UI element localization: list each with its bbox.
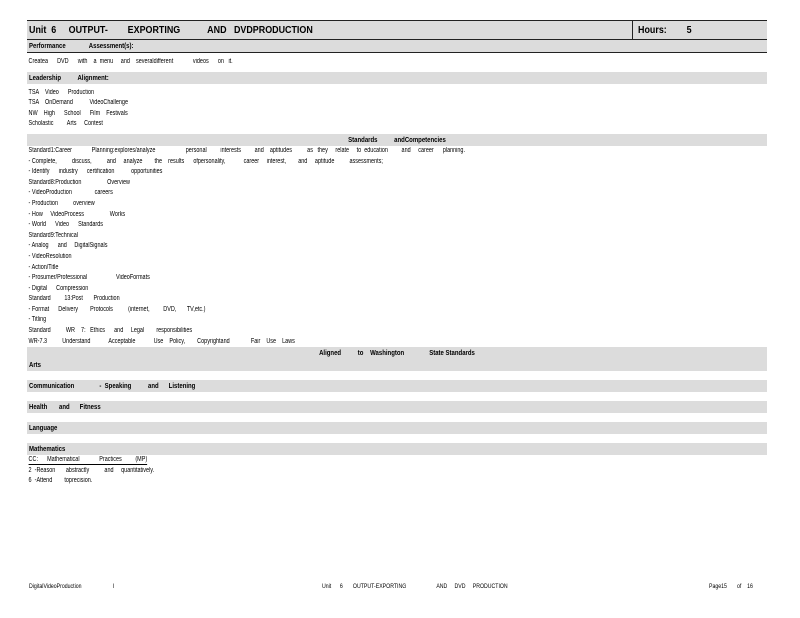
footer-separator: I (113, 583, 115, 590)
subject-health: Health and Fitness (27, 401, 767, 414)
unit-title-row: Unit 6 OUTPUT- EXPORTING AND DVDPRODUCTI… (27, 20, 767, 40)
standards-line: - VideoProduction careers (28, 189, 113, 197)
standards-line: - Production overview (28, 199, 95, 207)
standards-line: - Format Delivery Protocols (internet, D… (28, 305, 206, 313)
subject-communication: Communication - Speaking and Listening (27, 380, 767, 393)
footer-unit: Unit 6 OUTPUT-EXPORTING AND DVD PRODUCTI… (322, 583, 508, 590)
subject-language: Language (27, 422, 767, 435)
document-page: Unit 6 OUTPUT- EXPORTING AND DVDPRODUCTI… (27, 20, 767, 487)
leadership-heading: Leadership Alignment: (27, 71, 767, 84)
leadership-line: NW High School Film Festivals (28, 109, 128, 117)
standards-line: - Identify industry certification opport… (28, 168, 163, 176)
standards-line: - Analog and DigitalSignals (28, 242, 108, 250)
performance-text: Createa DVD with a menu and severaldiffe… (28, 58, 233, 65)
standards-line: - Action/Title (28, 263, 59, 271)
leadership-line: TSA Video Production (28, 88, 95, 96)
footer-page-number: Page15 of 16 (709, 583, 753, 590)
leadership-line: Scholastic Arts Contest (28, 120, 103, 128)
standards-line: Standard8:Production Overview (28, 178, 130, 186)
standards-line: WR-7.3 Understand Acceptable Use Policy,… (28, 337, 295, 345)
unit-title: Unit 6 OUTPUT- EXPORTING AND DVDPRODUCTI… (29, 24, 313, 36)
standards-heading-text: Standards andCompetencies (348, 134, 446, 144)
subject-arts: Arts (27, 359, 767, 372)
hours-label: Hours: 5 (638, 24, 692, 36)
aligned-heading-text: Aligned to Washington State Standards (319, 348, 475, 358)
standards-line: - Titling (28, 316, 47, 324)
page-footer: DigitalVideoProduction I Unit 6 OUTPUT-E… (27, 583, 767, 593)
standards-heading: Standards andCompetencies (27, 133, 767, 146)
math-line: 2 -Reason abstractly and quantitatively. (28, 466, 155, 474)
math-line: 6 -Attend toprecision. (28, 477, 93, 485)
subject-health-label: Health and Fitness (29, 402, 101, 412)
standards-line: Standard WR 7: Ethics and Legal responsi… (28, 327, 193, 335)
hours-cell: Hours: 5 (632, 21, 768, 39)
standards-line: - How VideoProcess Works (28, 210, 126, 218)
footer-course: DigitalVideoProduction (29, 583, 82, 590)
standards-line: Standard1:Career Planning:explores/analy… (28, 146, 465, 154)
standards-line: - Digital Compression (28, 284, 89, 292)
subject-arts-label: Arts (29, 360, 42, 370)
subject-mathematics-label: Mathematics (29, 444, 66, 454)
leadership-line: TSA OnDemand VideoChallenge (28, 99, 129, 107)
standards-line: Standard 13:Post Production (28, 295, 120, 303)
standards-line: Standard9:Technical (28, 231, 79, 239)
performance-heading-text: Performance Assessment(s): (29, 41, 134, 50)
math-cc-text: CC: Mathematical Practices (MP) (28, 456, 148, 466)
standards-line: - Complete, discuss, and analyze the res… (28, 157, 383, 165)
standards-line: - VideoResolution (28, 252, 72, 260)
subject-mathematics: Mathematics (27, 443, 767, 456)
subject-language-label: Language (29, 423, 58, 433)
subject-communication-label: Communication - Speaking and Listening (29, 381, 196, 391)
leadership-heading-text: Leadership Alignment: (29, 72, 109, 82)
math-cc-line: CC: Mathematical Practices (MP) (27, 455, 770, 466)
performance-heading: Performance Assessment(s): (27, 40, 767, 52)
standards-line: - Prosumer/Professional VideoFormats (28, 274, 150, 282)
standards-line: - World Video Standards (28, 221, 104, 229)
aligned-heading: Aligned to Washington State Standards (27, 347, 767, 360)
